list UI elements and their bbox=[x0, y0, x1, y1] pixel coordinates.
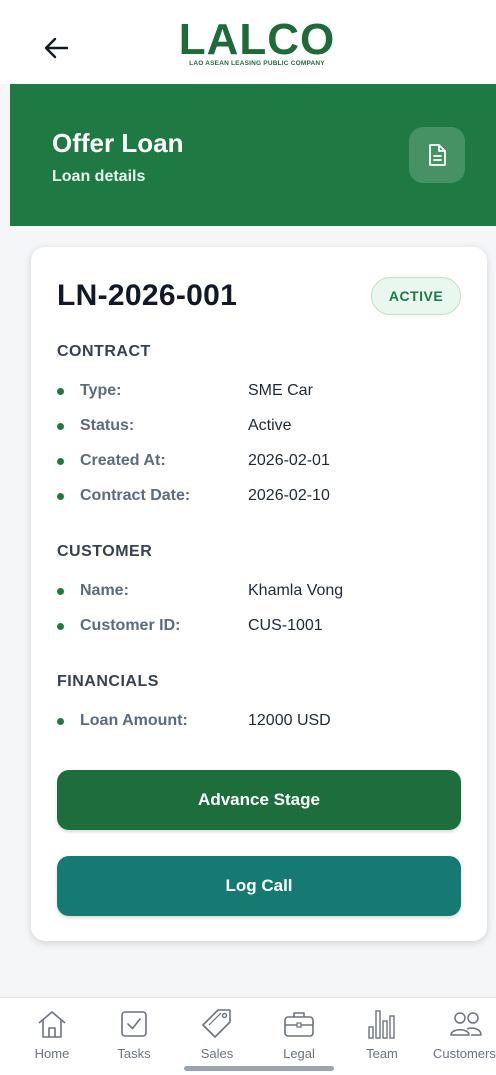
detail-row: Name: Khamla Vong bbox=[57, 580, 467, 604]
detail-label: Name: bbox=[80, 582, 129, 599]
home-indicator[interactable] bbox=[184, 1066, 334, 1071]
brand-logo: LALCO LAO ASEAN LEASING PUBLIC COMPANY bbox=[150, 18, 364, 74]
brand-name: LALCO bbox=[178, 15, 336, 64]
bar-chart-icon bbox=[368, 1010, 395, 1039]
bullet-dot bbox=[57, 493, 64, 500]
nav-label: Tasks bbox=[117, 1046, 151, 1061]
bullet-dot bbox=[57, 388, 64, 395]
detail-value: 2026-02-10 bbox=[248, 487, 330, 504]
home-icon bbox=[38, 1011, 66, 1038]
section-title-contract: CONTRACT bbox=[57, 343, 151, 360]
status-badge: ACTIVE bbox=[371, 277, 461, 315]
detail-value: 2026-02-01 bbox=[248, 452, 330, 469]
arrow-left-icon bbox=[44, 37, 69, 59]
detail-value: SME Car bbox=[248, 382, 313, 399]
section-title-financials: FINANCIALS bbox=[57, 673, 159, 690]
detail-label: Contract Date: bbox=[80, 487, 191, 504]
back-button[interactable] bbox=[34, 28, 78, 68]
nav-label: Team bbox=[366, 1046, 398, 1061]
nav-label: Home bbox=[34, 1046, 70, 1061]
detail-value: 12000 USD bbox=[248, 712, 331, 729]
checkbox-icon bbox=[121, 1011, 147, 1037]
tag-icon bbox=[202, 1009, 231, 1038]
nav-item-home[interactable]: Home bbox=[12, 1006, 92, 1066]
nav-label: Customers bbox=[433, 1046, 496, 1061]
bullet-dot bbox=[57, 623, 64, 630]
page-title: Offer Loan bbox=[52, 128, 184, 158]
nav-item-customers[interactable]: Customers bbox=[426, 1006, 496, 1066]
bullet-dot bbox=[57, 458, 64, 465]
loan-id: LN-2026-001 bbox=[57, 279, 238, 312]
page-subtitle: Loan details bbox=[52, 168, 146, 185]
advance-stage-button[interactable]: Advance Stage bbox=[57, 770, 461, 830]
nav-label: Sales bbox=[200, 1046, 234, 1061]
section-title-customer: CUSTOMER bbox=[57, 543, 153, 560]
loan-details-card: LN-2026-001 ACTIVE CONTRACT Type: SME Ca… bbox=[31, 247, 487, 941]
briefcase-icon bbox=[284, 1012, 314, 1037]
detail-row: Created At: 2026-02-01 bbox=[57, 450, 467, 474]
detail-row: Type: SME Car bbox=[57, 380, 467, 404]
detail-label: Customer ID: bbox=[80, 617, 181, 634]
detail-value: Khamla Vong bbox=[248, 582, 344, 599]
detail-label: Status: bbox=[80, 417, 135, 434]
detail-label: Type: bbox=[80, 382, 122, 399]
detail-value: Active bbox=[248, 417, 292, 434]
nav-item-tasks[interactable]: Tasks bbox=[94, 1006, 174, 1066]
detail-row: Customer ID: CUS-1001 bbox=[57, 615, 467, 639]
nav-label: Legal bbox=[283, 1046, 315, 1061]
detail-label: Created At: bbox=[80, 452, 166, 469]
users-icon bbox=[450, 1012, 482, 1036]
bullet-dot bbox=[57, 588, 64, 595]
nav-item-team[interactable]: Team bbox=[342, 1006, 422, 1066]
detail-value: CUS-1001 bbox=[248, 617, 323, 634]
bottom-navigation: Home Tasks Sales Legal Team Customers bbox=[0, 997, 496, 1075]
detail-row: Status: Active bbox=[57, 415, 467, 439]
document-icon bbox=[429, 144, 446, 166]
page-header: Offer Loan Loan details bbox=[10, 84, 496, 226]
bullet-dot bbox=[57, 718, 64, 725]
nav-item-legal[interactable]: Legal bbox=[259, 1006, 339, 1066]
nav-item-sales[interactable]: Sales bbox=[177, 1006, 257, 1066]
detail-row: Loan Amount: 12000 USD bbox=[57, 710, 467, 734]
top-bar: LALCO LAO ASEAN LEASING PUBLIC COMPANY bbox=[0, 0, 496, 84]
log-call-button[interactable]: Log Call bbox=[57, 856, 461, 916]
detail-row: Contract Date: 2026-02-10 bbox=[57, 485, 467, 509]
bullet-dot bbox=[57, 423, 64, 430]
document-button[interactable] bbox=[409, 127, 465, 183]
detail-label: Loan Amount: bbox=[80, 712, 188, 729]
